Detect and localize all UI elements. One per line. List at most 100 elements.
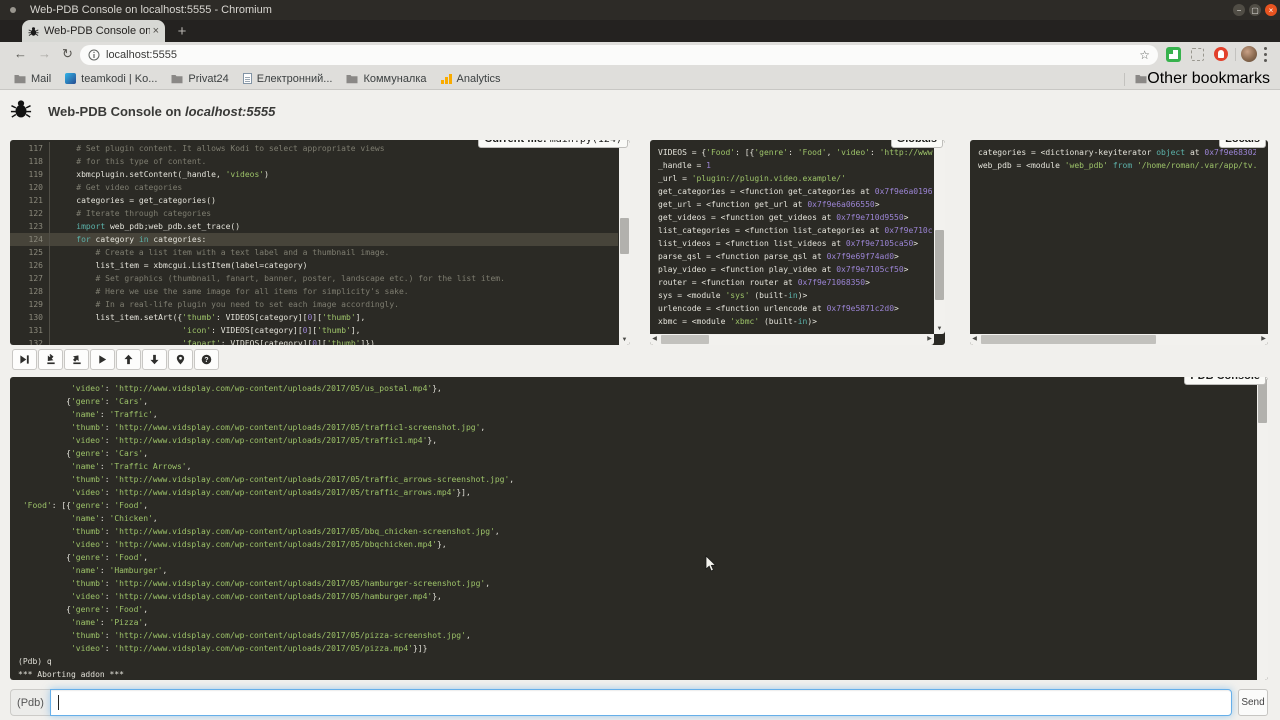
global-variable: _url = 'plugin://plugin.video.example/': [658, 172, 925, 185]
code-line: 119 xbmcplugin.setContent(_handle, 'vide…: [10, 168, 618, 181]
global-variable: _handle = 1: [658, 159, 925, 172]
locals-label: Locals: [1219, 140, 1266, 148]
help-button[interactable]: ?: [194, 349, 219, 370]
global-variable: play_video = <function play_video at 0x7…: [658, 263, 925, 276]
screen: Web-PDB Console on localhost:5555 - Chro…: [0, 0, 1280, 720]
local-variable: web_pdb = <module 'web_pdb' from '/home/…: [978, 159, 1248, 172]
bookmark-analytics[interactable]: Analytics: [441, 73, 501, 85]
console-line: 'video': 'http://www.vidsplay.com/wp-con…: [18, 642, 1247, 655]
bookmark-kommunalka[interactable]: Коммуналка: [346, 73, 426, 85]
console-line: 'video': 'http://www.vidsplay.com/wp-con…: [18, 486, 1247, 499]
return-button[interactable]: [64, 349, 89, 370]
info-icon[interactable]: [88, 49, 100, 61]
reload-icon[interactable]: ↻: [62, 46, 73, 62]
globals-label: Globals: [891, 140, 943, 148]
bookmark-electronny[interactable]: Електронний...: [243, 73, 333, 85]
bookmark-privat24[interactable]: Privat24: [171, 73, 228, 85]
next-button[interactable]: [12, 349, 37, 370]
code-line: 126 list_item = xbmcgui.ListItem(label=c…: [10, 259, 618, 272]
globals-panel: Globals VIDEOS = {'Food': [{'genre': 'Fo…: [650, 140, 945, 345]
down-button[interactable]: [142, 349, 167, 370]
text-caret: [58, 695, 59, 710]
global-variable: parse_qsl = <function parse_qsl at 0x7f9…: [658, 250, 925, 263]
console-line: 'name': 'Traffic Arrows',: [18, 460, 1247, 473]
code-line: 122 # Iterate through categories: [10, 207, 618, 220]
help-icon: ?: [201, 354, 212, 365]
forward-icon: →: [38, 46, 51, 61]
local-variable: categories = <dictionary-keyiterator obj…: [978, 146, 1248, 159]
tab-close-icon[interactable]: ×: [153, 25, 159, 37]
bookmarks-bar: Mail teamkodi | Ko... Privat24 Електронн…: [0, 68, 1280, 90]
up-button[interactable]: [116, 349, 141, 370]
globals-listing: VIDEOS = {'Food': [{'genre': 'Food', 'vi…: [650, 144, 933, 333]
step-out-icon: [71, 354, 83, 365]
profile-avatar[interactable]: [1241, 46, 1257, 62]
maximize-button[interactable]: ▢: [1249, 4, 1261, 16]
code-vertical-scrollbar[interactable]: ▲ ▼: [619, 140, 630, 345]
send-button[interactable]: Send: [1238, 689, 1268, 716]
code-line: 120 # Get video categories: [10, 181, 618, 194]
tab-title: Web-PDB Console on loca: [44, 25, 150, 37]
dashed-placeholder-extension-icon[interactable]: [1191, 48, 1204, 61]
global-variable: router = <function router at 0x7f9e71068…: [658, 276, 925, 289]
url-text[interactable]: localhost:5555: [106, 49, 1139, 61]
folder-icon: [14, 74, 26, 84]
code-line: 128 # Here we use the same image for all…: [10, 285, 618, 298]
continue-button[interactable]: [90, 349, 115, 370]
bar-chart-icon: [441, 73, 452, 84]
step-button[interactable]: [38, 349, 63, 370]
new-tab-button[interactable]: +: [172, 21, 192, 41]
back-icon[interactable]: ←: [14, 46, 27, 61]
browser-tab[interactable]: Web-PDB Console on loca ×: [22, 20, 165, 42]
global-variable: list_videos = <function list_videos at 0…: [658, 237, 925, 250]
browser-toolbar: ← → ↻ localhost:5555 ☆: [0, 42, 1280, 68]
global-variable: xbmc = <module 'xbmc' (built-in)>: [658, 315, 925, 328]
bookmark-teamkodi[interactable]: teamkodi | Ko...: [65, 73, 157, 85]
console-line: 'thumb': 'http://www.vidsplay.com/wp-con…: [18, 525, 1247, 538]
where-button[interactable]: [168, 349, 193, 370]
console-line: 'Food': [{'genre': 'Food',: [18, 499, 1247, 512]
current-file-panel: Current file: main.py(124) 117 # Set plu…: [10, 140, 630, 345]
bookmark-star-icon[interactable]: ☆: [1139, 48, 1150, 62]
globals-vertical-scrollbar[interactable]: ▼: [934, 140, 945, 334]
global-variable: get_categories = <function get_categorie…: [658, 185, 925, 198]
bug-icon: [10, 98, 32, 120]
kodi-icon: [65, 73, 76, 84]
prompt-row: (Pdb) Send: [10, 689, 1268, 716]
green-arrow-extension-icon[interactable]: [1166, 47, 1181, 62]
globals-horizontal-scrollbar[interactable]: ◀ ▶: [650, 334, 934, 345]
tab-strip: Web-PDB Console on loca × +: [0, 20, 1280, 42]
bookmark-mail[interactable]: Mail: [14, 73, 51, 85]
code-line: 132 'fanart': VIDEOS[category][0]['thumb…: [10, 337, 618, 345]
console-line: {'genre': 'Food',: [18, 551, 1247, 564]
console-line: 'video': 'http://www.vidsplay.com/wp-con…: [18, 382, 1247, 395]
step-into-icon: [45, 354, 57, 365]
code-line: 127 # Set graphics (thumbnail, fanart, b…: [10, 272, 618, 285]
code-line: 118 # for this type of content.: [10, 155, 618, 168]
web-pdb-page: Web-PDB Console on localhost:5555 Curren…: [0, 90, 1280, 720]
console-vertical-scrollbar[interactable]: [1257, 377, 1268, 680]
page-title: Web-PDB Console on localhost:5555: [48, 104, 275, 119]
window-title: Web-PDB Console on localhost:5555 - Chro…: [30, 0, 272, 20]
folder-icon: [1135, 74, 1147, 84]
red-hand-extension-icon[interactable]: [1214, 47, 1228, 61]
code-line: 121 categories = get_categories(): [10, 194, 618, 207]
code-line: 129 # In a real-life plugin you need to …: [10, 298, 618, 311]
browser-menu-icon[interactable]: [1263, 47, 1267, 62]
code-line: 125 # Create a list item with a text lab…: [10, 246, 618, 259]
console-line: 'thumb': 'http://www.vidsplay.com/wp-con…: [18, 577, 1247, 590]
toolbar-separator: [1235, 48, 1236, 61]
pdb-command-input[interactable]: [50, 689, 1232, 716]
console-line: 'video': 'http://www.vidsplay.com/wp-con…: [18, 590, 1247, 603]
address-bar[interactable]: localhost:5555 ☆: [80, 45, 1158, 65]
minimize-button[interactable]: −: [1233, 4, 1245, 16]
close-window-button[interactable]: ×: [1265, 4, 1277, 16]
console-line: 'name': 'Chicken',: [18, 512, 1247, 525]
console-line: 'name': 'Traffic',: [18, 408, 1247, 421]
document-icon: [243, 73, 252, 84]
locals-horizontal-scrollbar[interactable]: ◀ ▶: [970, 334, 1268, 345]
code-line: 130 list_item.setArt({'thumb': VIDEOS[ca…: [10, 311, 618, 324]
global-variable: VIDEOS = {'Food': [{'genre': 'Food', 'vi…: [658, 146, 925, 159]
console-line: *** Aborting addon ***: [18, 668, 1247, 680]
other-bookmarks[interactable]: Other bookmarks: [1124, 68, 1270, 90]
